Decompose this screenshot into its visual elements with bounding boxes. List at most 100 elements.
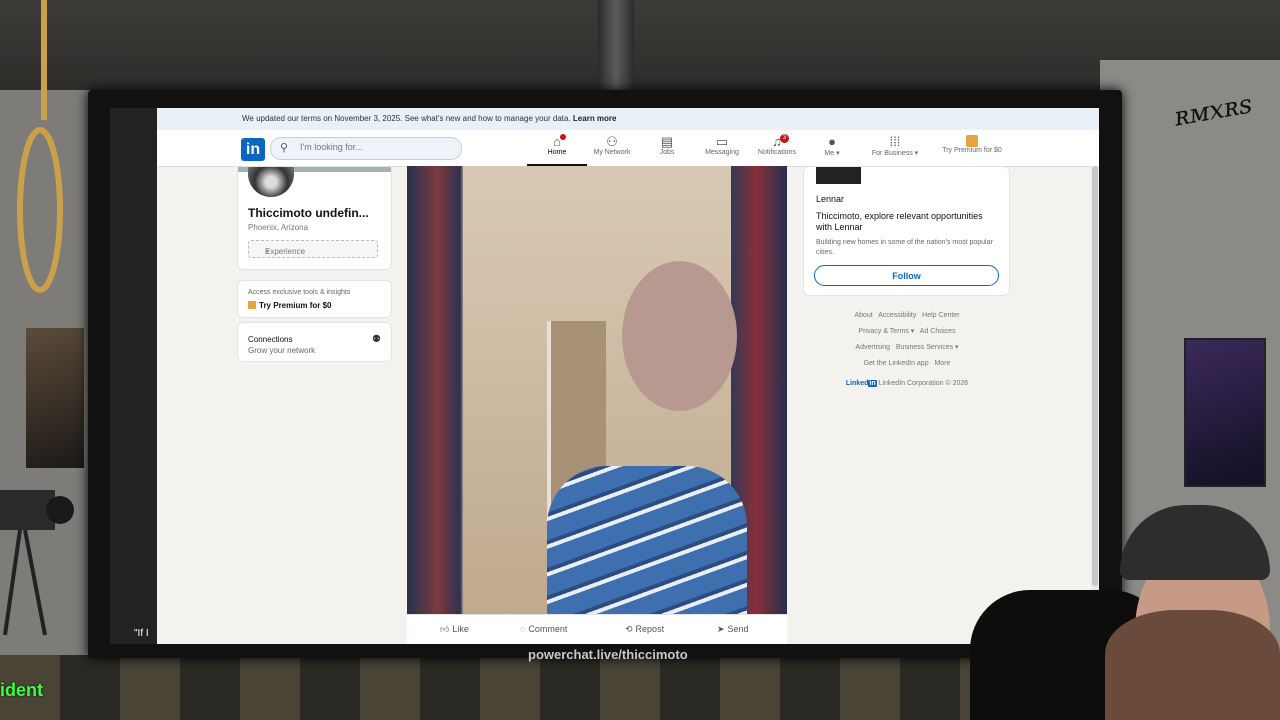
footer-row-3: Advertising Business Services ▾ <box>817 340 997 356</box>
grid-icon: ⁞⁞⁞ <box>889 134 901 149</box>
nav-for-business[interactable]: ⁞⁞⁞ For Business ▾ <box>865 134 925 158</box>
ad-text: Thiccimoto, explore relevant opportuniti… <box>816 211 983 232</box>
wordmark-in: in <box>868 380 877 387</box>
rope-noose-graphic <box>17 0 63 293</box>
add-experience-button[interactable]: + Experience <box>248 240 378 258</box>
footer-row-4: Get the LinkedIn app More <box>817 356 997 372</box>
home-badge <box>560 134 566 140</box>
ad-company: Lennar <box>816 194 845 204</box>
ceiling <box>0 0 1280 95</box>
add-connection-icon: ⚉ <box>372 334 381 345</box>
stream-caption: powerchat.live/thiccimoto <box>528 647 688 662</box>
send-label: Send <box>727 624 749 634</box>
footer: About Accessibility Help Center Privacy … <box>817 308 997 392</box>
premium-card[interactable]: Access exclusive tools & insights Try Pr… <box>237 280 392 318</box>
footer-business-services[interactable]: Business Services ▾ <box>896 344 959 351</box>
footer-copyright: LinkedIn Corporation © 2026 <box>878 380 969 387</box>
nav-jobs-label: Jobs <box>659 149 675 156</box>
nav-jobs[interactable]: ▤ Jobs <box>637 134 697 157</box>
screen-left-margin <box>110 108 157 644</box>
nav-messaging[interactable]: ▭ Messaging <box>692 134 752 157</box>
thumbs-up-icon: 👍︎ <box>440 624 450 634</box>
footer-privacy-terms[interactable]: Privacy & Terms ▾ <box>858 328 914 335</box>
footer-help-center[interactable]: Help Center <box>922 312 959 319</box>
nav-premium-label: Try Premium for $0 <box>942 147 1002 154</box>
footer-ad-choices[interactable]: Ad Choices <box>920 328 956 335</box>
repost-label: Repost <box>635 624 665 634</box>
notifications-badge: 3 <box>780 134 789 143</box>
connections-title: Connections <box>248 335 293 344</box>
comment-label: Comment <box>528 624 568 634</box>
video-person-shirt <box>547 466 747 614</box>
webcam-person-beard <box>1105 610 1280 720</box>
premium-icon <box>966 135 978 147</box>
follow-button[interactable]: Follow <box>814 265 999 286</box>
scrollbar[interactable] <box>1091 166 1099 644</box>
nav-try-premium[interactable]: Try Premium for $0 <box>932 135 1012 154</box>
footer-accessibility[interactable]: Accessibility <box>878 312 916 319</box>
profile-name[interactable]: Thiccimoto undefin... <box>248 206 369 220</box>
search-box[interactable]: ⚲ <box>270 137 462 160</box>
terms-banner: We updated our terms on November 3, 2025… <box>157 108 1099 130</box>
footer-row-2: Privacy & Terms ▾ Ad Choices <box>817 324 997 340</box>
ceiling-pole <box>598 0 634 92</box>
like-label: Like <box>452 624 469 634</box>
premium-line1: Access exclusive tools & insights <box>248 289 351 296</box>
nav-my-network[interactable]: ⚇ My Network <box>582 134 642 157</box>
ad-card: Lennar Thiccimoto, explore relevant oppo… <box>803 166 1010 296</box>
nav-notifications[interactable]: ♫ 3 Notifications <box>747 134 807 156</box>
post-actions: 👍︎ Like ◌ Comment ⟲ Repost ➤ Send <box>407 614 787 644</box>
nav-home[interactable]: ⌂ Home <box>527 134 587 166</box>
send-button[interactable]: ➤ Send <box>717 624 749 635</box>
side-label: ident <box>0 680 43 700</box>
connections-card[interactable]: Connections Grow your network ⚉ <box>237 322 392 362</box>
nav-business-label: For Business ▾ <box>871 150 919 157</box>
like-button[interactable]: 👍︎ Like <box>440 624 469 635</box>
browser-screen: We updated our terms on November 3, 2025… <box>157 108 1099 644</box>
learn-more-link[interactable]: Learn more <box>573 114 617 123</box>
profile-card: Thiccimoto undefin... Phoenix, Arizona +… <box>237 166 392 270</box>
post-video[interactable] <box>407 166 787 614</box>
search-icon: ⚲ <box>280 142 289 154</box>
nav-notifications-label: Notifications <box>757 149 797 156</box>
linkedin-logo-icon[interactable]: in <box>241 138 265 161</box>
ad-subtext: Building new homes in some of the nation… <box>816 239 993 256</box>
premium-line2: Try Premium for $0 <box>259 301 332 310</box>
repost-icon: ⟲ <box>625 624 633 634</box>
linkedin-wordmark: Linkedin <box>846 380 877 387</box>
right-poster <box>1184 338 1266 487</box>
footer-about[interactable]: About <box>854 312 872 319</box>
comment-icon: ◌ <box>520 624 526 634</box>
premium-icon <box>248 301 256 309</box>
footer-get-app[interactable]: Get the LinkedIn app <box>864 360 929 367</box>
send-icon: ➤ <box>717 624 725 634</box>
premium-link[interactable]: Try Premium for $0 <box>248 301 331 310</box>
profile-location: Phoenix, Arizona <box>248 223 309 232</box>
footer-row-1: About Accessibility Help Center <box>817 308 997 324</box>
side-quote: "If I <box>134 628 149 639</box>
camera-tripod-graphic <box>0 490 74 636</box>
home-icon: ⌂ <box>553 134 561 149</box>
nav-network-label: My Network <box>593 149 631 156</box>
bell-icon: ♫ <box>772 134 782 149</box>
footer-advertising[interactable]: Advertising <box>855 344 890 351</box>
repost-button[interactable]: ⟲ Repost <box>625 624 664 635</box>
top-nav: in ⚲ ⌂ Home ⚇ My Network ▤ Jobs ▭ Messag… <box>157 130 1099 167</box>
comment-button[interactable]: ◌ Comment <box>520 624 567 634</box>
message-icon: ▭ <box>715 134 729 149</box>
nav-messaging-label: Messaging <box>705 149 739 156</box>
video-person-head <box>622 261 737 411</box>
scrollbar-thumb[interactable] <box>1092 166 1098 586</box>
company-logo[interactable] <box>816 167 861 184</box>
wordmark-linked: Linked <box>845 380 869 387</box>
nav-me-label: Me ▾ <box>824 150 840 157</box>
network-icon: ⚇ <box>606 134 618 149</box>
banner-text: We updated our terms on November 3, 2025… <box>242 114 571 123</box>
search-input[interactable] <box>298 141 452 153</box>
nav-me[interactable]: ● Me ▾ <box>802 135 862 158</box>
briefcase-icon: ▤ <box>660 134 674 149</box>
footer-brand-row: Linkedin LinkedIn Corporation © 2026 <box>817 376 997 392</box>
left-poster <box>26 328 84 468</box>
footer-more[interactable]: More <box>934 360 950 367</box>
avatar[interactable] <box>248 167 294 197</box>
